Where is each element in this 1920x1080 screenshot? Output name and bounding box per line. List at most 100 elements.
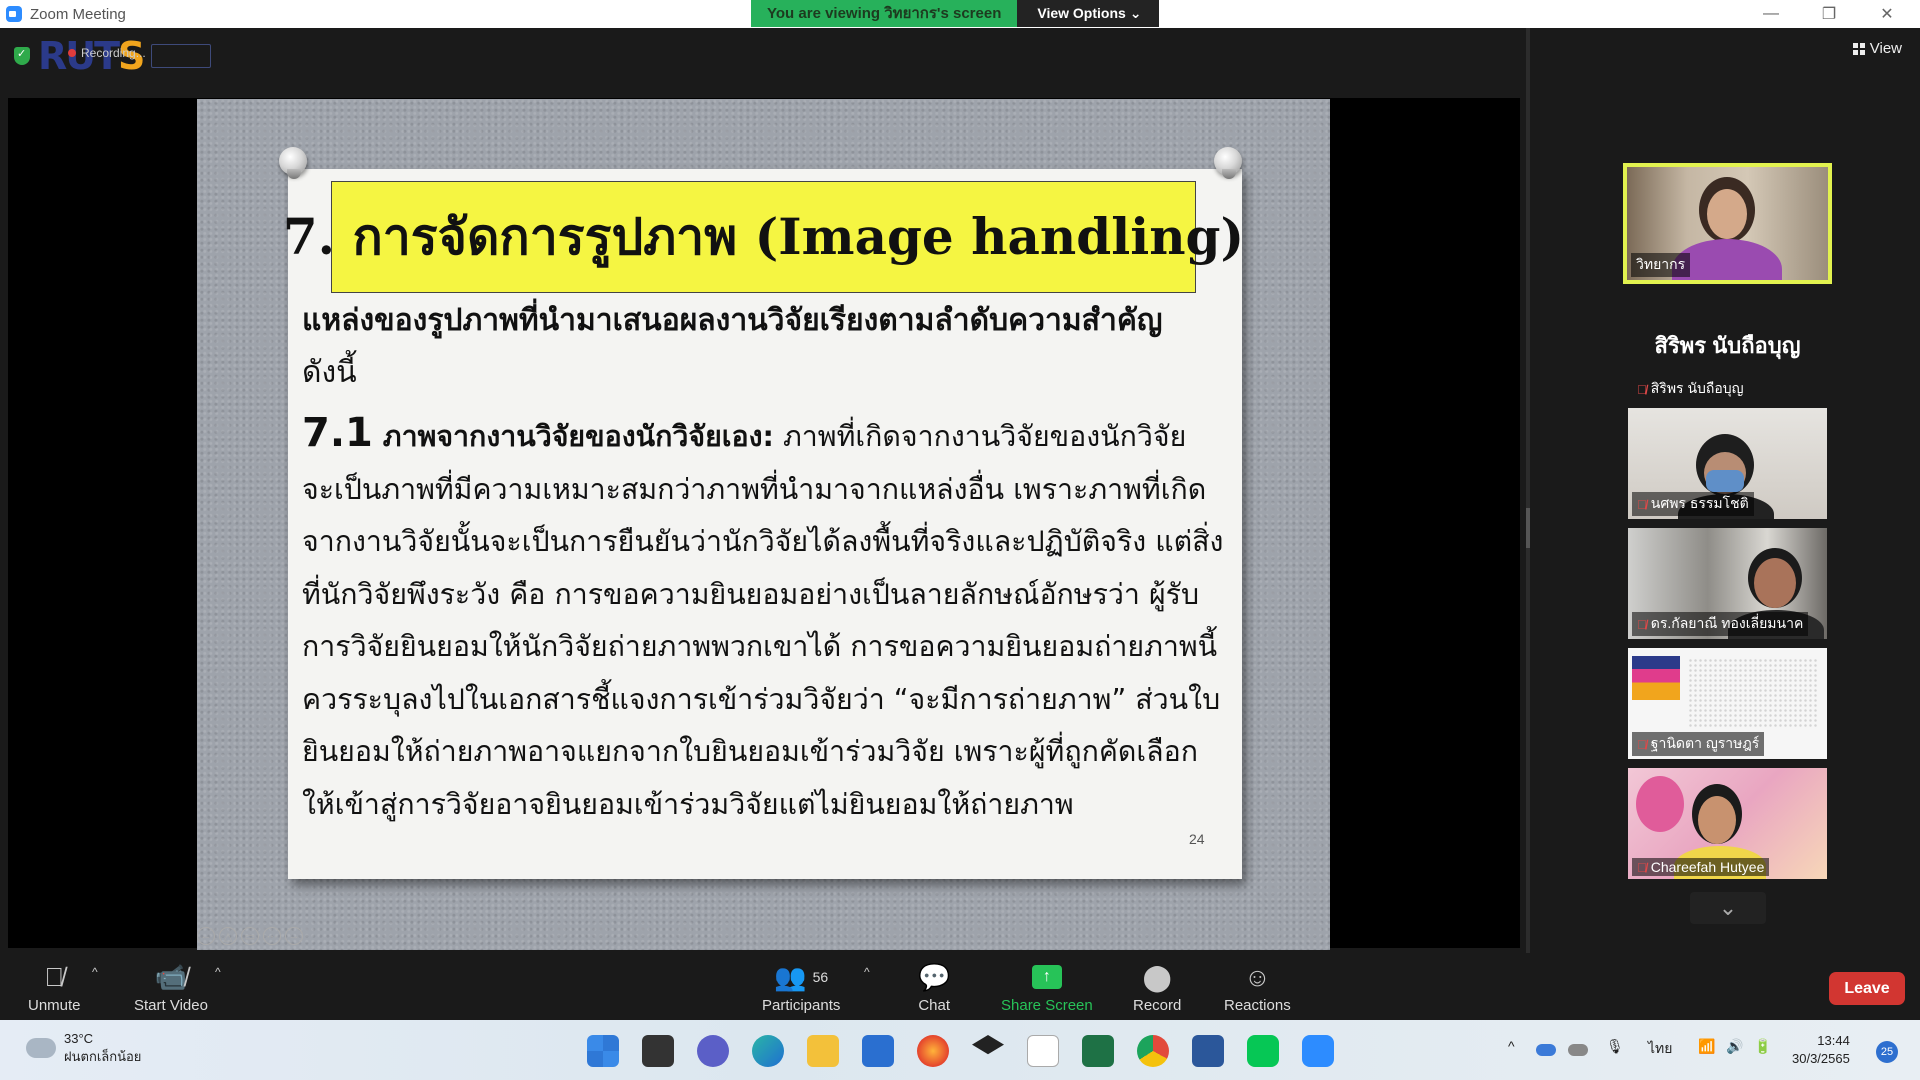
- chevron-down-icon: ⌄: [1718, 895, 1738, 920]
- view-options-button[interactable]: View Options ⌄: [1017, 0, 1160, 27]
- record-icon: ⬤: [1142, 961, 1172, 992]
- previous-slide-icon[interactable]: ←: [197, 927, 215, 945]
- excel-icon[interactable]: [1082, 1035, 1114, 1067]
- scroll-down-button[interactable]: ⌄: [1690, 892, 1766, 924]
- slide-title: 7. การจัดการรูปภาพ (Image handling): [283, 181, 1244, 293]
- slide-navigation: ← △ ▭ ⋯ →: [197, 927, 303, 945]
- restore-button[interactable]: ❐: [1800, 0, 1858, 28]
- minimize-button[interactable]: —: [1742, 0, 1800, 28]
- pen-icon[interactable]: △: [219, 927, 237, 945]
- teams-chat-icon[interactable]: [697, 1035, 729, 1067]
- recording-dot-icon: [68, 49, 76, 57]
- weather-widget[interactable]: 33°C ฝนตกเล็กน้อย: [26, 1030, 141, 1066]
- share-screen-button[interactable]: ↑ Share Screen: [1001, 959, 1093, 1014]
- video-tile[interactable]: 🎙̸ Chareefah Hutyee: [1628, 768, 1827, 879]
- meeting-toolbar: 🎙̸ Unmute ^ 📹̸ Start Video ^ 👥 56 Partici…: [0, 953, 1920, 1020]
- start-video-button[interactable]: 📹̸ Start Video: [134, 959, 208, 1015]
- paragraph-line: ภาพที่เกิดจากงานวิจัยของนักวิจัย: [773, 420, 1187, 453]
- onedrive-icon[interactable]: [1536, 1044, 1556, 1056]
- participant-name-label: 🎙̸ ฐานิดตา ญูราษฎร์: [1632, 732, 1765, 756]
- amazon-icon[interactable]: [1027, 1035, 1059, 1067]
- mic-muted-icon: 🎙̸: [1637, 859, 1647, 875]
- zoom-taskbar-icon[interactable]: [1302, 1035, 1334, 1067]
- word-icon[interactable]: [1192, 1035, 1224, 1067]
- paragraph-line: การวิจัยยินยอมให้นักวิจัยถ่ายภาพพวกเขาได…: [302, 630, 1218, 663]
- video-tile[interactable]: 🎙̸ นศพร ธรรมโชติ: [1628, 408, 1827, 519]
- participants-button[interactable]: 👥 56 Participants: [762, 959, 840, 1015]
- section-number: 7.1: [302, 410, 373, 456]
- leave-button[interactable]: Leave: [1829, 972, 1905, 1005]
- background-badge: [1636, 776, 1684, 832]
- zoom-app-icon: [6, 6, 22, 22]
- captions-icon[interactable]: ▭: [241, 927, 259, 945]
- volume-icon[interactable]: 🔊: [1726, 1038, 1743, 1055]
- audio-options-caret[interactable]: ^: [92, 965, 98, 979]
- logo-subtitle-box: [151, 44, 212, 68]
- windows-taskbar: 33°C ฝนตกเล็กน้อย ^ 🎙 ไทย 📶 🔊 🔋 13:44 30/…: [0, 1020, 1920, 1080]
- encryption-shield-icon: [14, 47, 30, 65]
- mic-muted-icon: 🎙̸: [1637, 381, 1647, 397]
- dropbox-icon[interactable]: [972, 1035, 1004, 1055]
- language-indicator[interactable]: ไทย: [1648, 1038, 1672, 1060]
- chevron-down-icon: ⌄: [1129, 5, 1142, 21]
- unmute-button[interactable]: 🎙̸ Unmute: [28, 959, 81, 1015]
- participants-options-caret[interactable]: ^: [864, 965, 870, 979]
- wifi-icon[interactable]: 📶: [1698, 1038, 1715, 1055]
- file-explorer-icon[interactable]: [807, 1035, 839, 1067]
- chrome-icon[interactable]: [1137, 1035, 1169, 1067]
- firefox-icon[interactable]: [917, 1035, 949, 1067]
- notification-badge[interactable]: 25: [1876, 1041, 1898, 1063]
- mail-icon[interactable]: [862, 1035, 894, 1067]
- slide-lead-line: ดังนี้: [302, 355, 357, 390]
- participant-face: [1698, 796, 1736, 844]
- start-menu-icon[interactable]: [587, 1035, 619, 1067]
- participants-icon: 👥 56: [774, 961, 829, 992]
- chat-button[interactable]: 💬 Chat: [918, 959, 951, 1015]
- battery-icon[interactable]: 🔋: [1754, 1038, 1771, 1055]
- paragraph-line: ที่นักวิจัยพึงระวัง คือ การขอความยินยอมอ…: [302, 577, 1200, 611]
- ruts-smart-logo: [1632, 656, 1680, 700]
- next-slide-icon[interactable]: →: [285, 927, 303, 945]
- window-title: Zoom Meeting: [30, 5, 126, 23]
- section-heading: ภาพจากงานวิจัยของนักวิจัยเอง:: [372, 420, 774, 453]
- cloud-sync-icon[interactable]: [1568, 1044, 1588, 1056]
- video-tile-active-speaker[interactable]: วิทยากร: [1623, 163, 1832, 284]
- recording-label[interactable]: Recording...: [68, 46, 146, 60]
- pushpin-icon: [1214, 147, 1242, 179]
- slide-body: แหล่งของรูปภาพที่นำมาเสนอผลงานวิจัยเรียง…: [302, 295, 1224, 831]
- mic-muted-icon: 🎙̸: [1637, 496, 1647, 512]
- paragraph-line: ยินยอมให้ถ่ายภาพอาจแยกจากใบยินยอมเข้าร่ว…: [302, 735, 1198, 768]
- video-tile[interactable]: 🎙̸ ดร.กัลยาณี ทองเลี่ยมนาค: [1628, 528, 1827, 639]
- paragraph-line: จะเป็นภาพที่มีความเหมาะสมกว่าภาพที่นำมาจ…: [302, 472, 1207, 506]
- task-view-icon[interactable]: [642, 1035, 674, 1067]
- presentation-slide: 7. การจัดการรูปภาพ (Image handling) แหล่…: [197, 99, 1330, 950]
- video-options-caret[interactable]: ^: [215, 965, 221, 979]
- video-tile[interactable]: 🎙̸ ฐานิดตา ญูราษฎร์: [1628, 648, 1827, 759]
- show-hidden-icons-icon[interactable]: ^: [1508, 1038, 1515, 1054]
- video-tile-text[interactable]: สิริพร นับถือบุญ 🎙̸ สิริพร นับถือบุญ: [1628, 294, 1827, 404]
- slide-lead-line: แหล่งของรูปภาพที่นำมาเสนอผลงานวิจัยเรียง…: [302, 303, 1163, 338]
- close-button[interactable]: ✕: [1858, 0, 1916, 28]
- edge-browser-icon[interactable]: [752, 1035, 784, 1067]
- clock[interactable]: 13:44 30/3/2565: [1792, 1032, 1850, 1068]
- mic-muted-icon: 🎙̸: [1637, 736, 1647, 752]
- more-icon[interactable]: ⋯: [263, 927, 281, 945]
- video-off-icon: 📹̸: [154, 961, 188, 992]
- paragraph-line: จากงานวิจัยนั้นจะเป็นการยืนยันว่านักวิจั…: [302, 525, 1224, 558]
- slide-page-number: 24: [1189, 831, 1205, 847]
- chat-icon: 💬: [918, 961, 951, 992]
- participant-face: [1707, 189, 1747, 239]
- participant-name-label: 🎙̸ Chareefah Hutyee: [1632, 858, 1770, 876]
- share-banner: You are viewing วิทยากร's screen View Op…: [751, 0, 1160, 27]
- paragraph-line: ให้เข้าสู่การวิจัยอาจยินยอมเข้าร่วมวิจัย…: [302, 787, 1074, 821]
- record-button[interactable]: ⬤ Record: [1133, 959, 1181, 1015]
- reactions-button[interactable]: ☺ Reactions: [1224, 959, 1291, 1015]
- viewing-screen-label: You are viewing วิทยากร's screen: [751, 0, 1018, 27]
- share-screen-icon: ↑: [1031, 965, 1062, 989]
- line-icon[interactable]: [1247, 1035, 1279, 1067]
- view-button[interactable]: View: [1852, 40, 1902, 57]
- microphone-icon[interactable]: 🎙: [1606, 1038, 1624, 1055]
- view-options-label: View Options: [1037, 5, 1126, 21]
- grid-icon: [1852, 42, 1865, 55]
- reactions-icon: ☺: [1244, 961, 1271, 992]
